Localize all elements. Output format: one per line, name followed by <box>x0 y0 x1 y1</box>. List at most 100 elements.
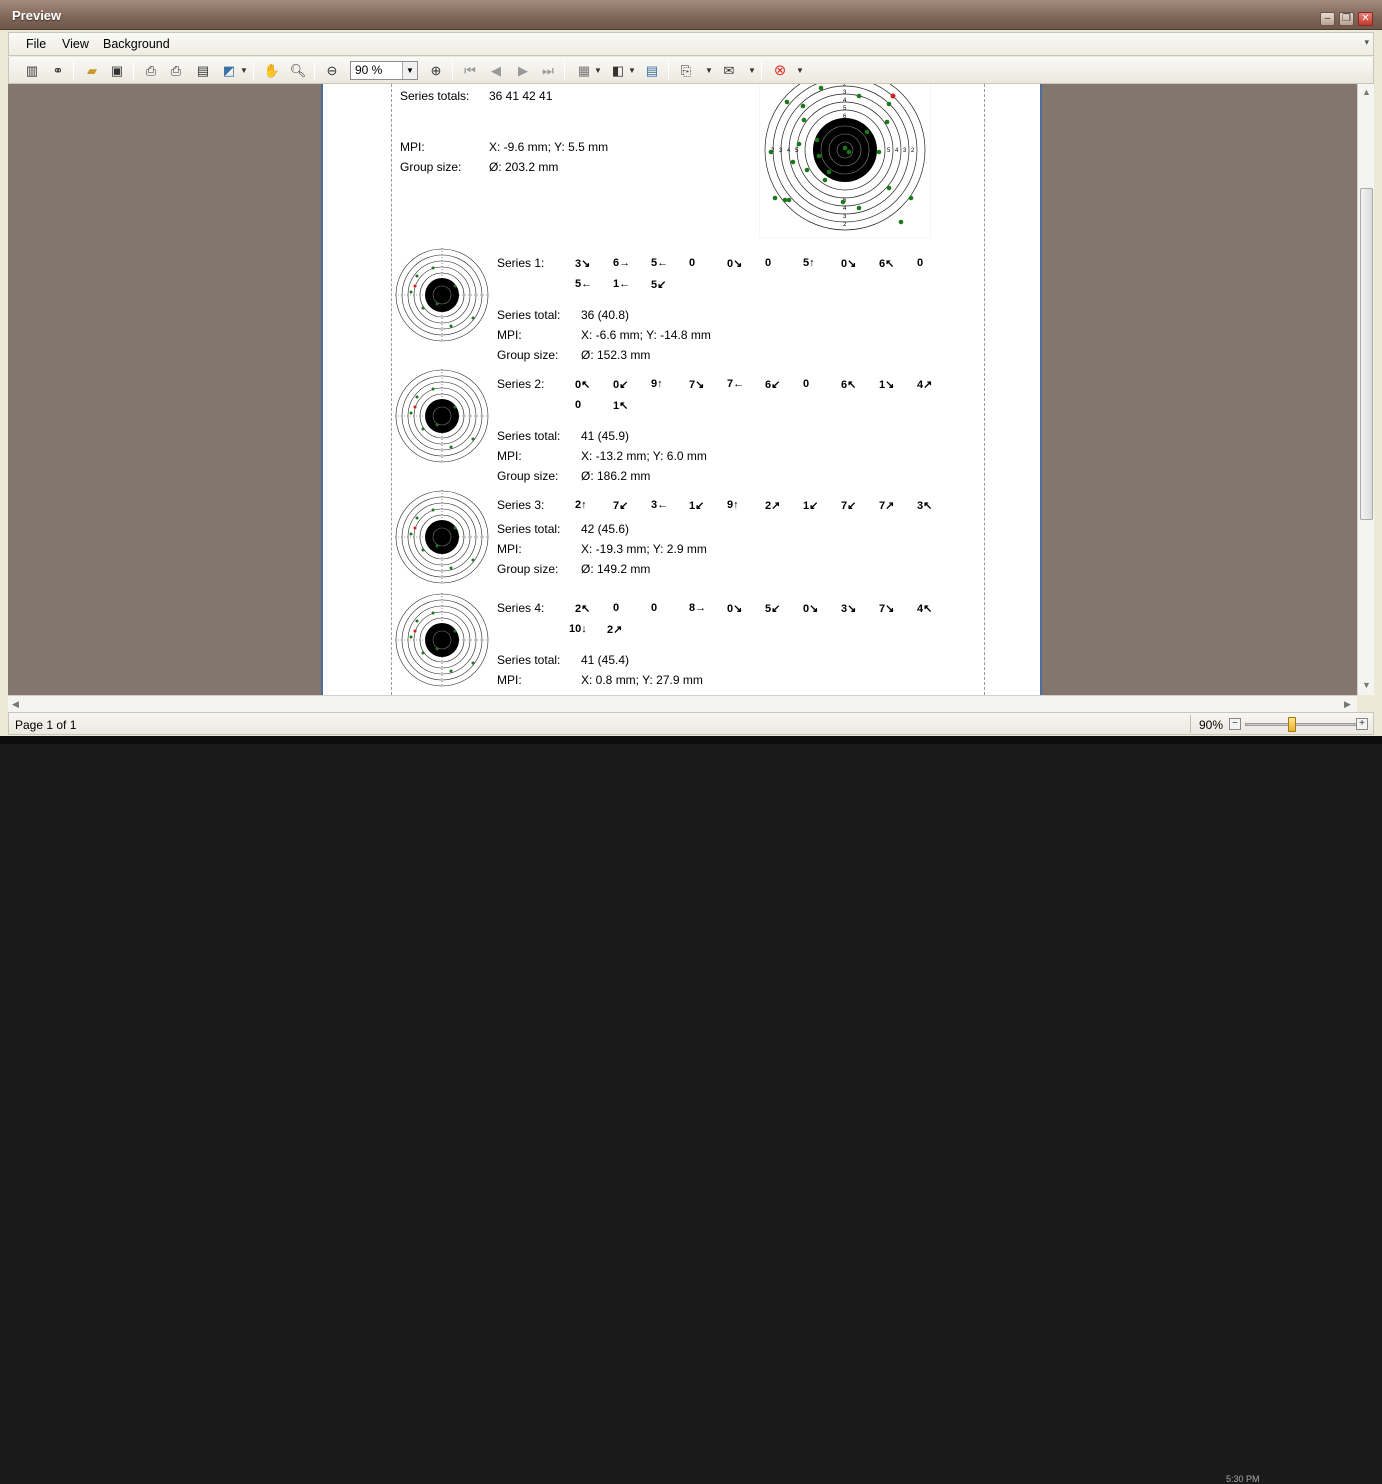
export-icon[interactable]: ⎘ <box>675 60 697 81</box>
group-size-label: Group size: <box>497 348 559 362</box>
chevron-down-icon[interactable]: ▼ <box>594 66 602 75</box>
series-label: Series 1: <box>497 256 545 270</box>
shot-value: 5↙ <box>765 603 781 615</box>
mpi-label: MPI: <box>497 673 522 687</box>
scroll-down-icon[interactable]: ▼ <box>1362 680 1371 690</box>
chevron-down-icon[interactable]: ▾ <box>1364 37 1369 48</box>
toolbar-separator <box>452 61 453 80</box>
taskbar-clock: 5:30 PM <box>1226 1474 1260 1484</box>
zoom-in-button[interactable]: + <box>1356 718 1368 730</box>
scroll-thumb[interactable] <box>1360 188 1373 520</box>
zoom-out-button[interactable]: − <box>1229 718 1241 730</box>
chevron-down-icon[interactable]: ▼ <box>240 66 248 75</box>
page-layout-icon[interactable]: ◧ <box>607 60 629 81</box>
zoom-percent: 90% <box>1199 718 1224 732</box>
last-page-icon[interactable]: ⏭ <box>537 60 559 81</box>
shot-value: 3↘ <box>575 258 591 270</box>
shot-value: 3← <box>651 499 669 511</box>
page-setup-icon[interactable]: ▤ <box>192 60 214 81</box>
margin-line <box>984 84 985 695</box>
close-preview-icon[interactable]: ⊗ <box>769 60 791 81</box>
shot-value: 7↙ <box>613 500 629 512</box>
next-page-icon[interactable]: ▶ <box>512 60 534 81</box>
shot-value: 6↖ <box>879 258 895 270</box>
shot-value: 0 <box>765 257 772 269</box>
restore-button[interactable]: ❐ <box>1339 12 1354 26</box>
menu-file[interactable]: File <box>26 37 46 51</box>
scale-icon[interactable]: ◩ <box>218 60 240 81</box>
status-separator <box>1190 715 1191 733</box>
shot-value: 1↘ <box>879 379 895 391</box>
find-binoculars-icon[interactable]: ⚭ <box>47 60 69 81</box>
chevron-down-icon[interactable]: ▼ <box>796 66 804 75</box>
shot-value: 6→ <box>613 257 631 269</box>
chevron-down-icon[interactable]: ▼ <box>705 66 713 75</box>
group-size-value: Ø: 149.2 mm <box>581 562 651 576</box>
shot-value: 1← <box>613 278 631 290</box>
thumbnails-icon[interactable]: ▥ <box>21 60 43 81</box>
close-button[interactable]: ✕ <box>1358 12 1373 26</box>
series-total-label: Series total: <box>497 308 561 322</box>
first-page-icon[interactable]: ⏮ <box>459 60 481 81</box>
mpi-value: X: -13.2 mm; Y: 6.0 mm <box>581 449 707 463</box>
report-page: Series totals: 36 41 42 41 MPI: X: -9.6 … <box>321 84 1042 695</box>
scroll-left-icon[interactable]: ◀ <box>12 699 19 710</box>
open-folder-icon[interactable]: ▰ <box>81 60 103 81</box>
shot-value: 6↙ <box>765 379 781 391</box>
mpi-label: MPI: <box>497 449 522 463</box>
series-target <box>393 488 491 586</box>
chevron-down-icon[interactable]: ▼ <box>748 66 756 75</box>
shot-value: 5↙ <box>651 279 667 291</box>
mpi-value: X: -6.6 mm; Y: -14.8 mm <box>581 328 711 342</box>
shot-value: 2↗ <box>607 624 623 636</box>
hand-tool-icon[interactable]: ✋ <box>261 60 283 81</box>
mpi-value: X: -9.6 mm; Y: 5.5 mm <box>489 140 609 154</box>
menu-background[interactable]: Background <box>103 37 170 51</box>
scroll-right-icon[interactable]: ▶ <box>1344 699 1351 710</box>
zoom-slider-thumb[interactable] <box>1288 717 1296 732</box>
preview-window: Preview – ❐ ✕ File View Background ▾ ▥ ⚭… <box>0 0 1382 1484</box>
overall-target: 2 3 4 5 6 5 4 3 2 2 3 4 5 5 4 3 2 <box>759 84 931 238</box>
zoom-out-icon[interactable]: ⊖ <box>321 60 343 81</box>
series-label: Series 3: <box>497 498 545 512</box>
zoom-in-icon[interactable]: ⊕ <box>425 60 447 81</box>
shot-value: 7↘ <box>879 603 895 615</box>
email-icon[interactable]: ✉ <box>718 60 740 81</box>
minimize-button[interactable]: – <box>1320 12 1335 26</box>
margin-line <box>391 84 392 695</box>
shot-value: 1↙ <box>689 500 705 512</box>
quick-print-icon[interactable]: ⎙ <box>165 60 187 81</box>
menu-view[interactable]: View <box>62 37 89 51</box>
menu-bar: File View Background ▾ <box>8 32 1374 56</box>
multiple-pages-icon[interactable]: ▦ <box>573 60 595 81</box>
group-size-label: Group size: <box>400 160 462 174</box>
preview-viewport[interactable]: Series totals: 36 41 42 41 MPI: X: -9.6 … <box>8 84 1357 695</box>
zoom-combobox[interactable]: 90 % ▼ <box>350 61 418 80</box>
chevron-down-icon[interactable]: ▼ <box>402 62 417 79</box>
save-icon[interactable]: ▣ <box>106 60 128 81</box>
shot-value: 0↘ <box>727 603 743 615</box>
vertical-scrollbar[interactable]: ▲ ▼ <box>1357 84 1374 695</box>
series-target <box>393 367 491 465</box>
shot-value: 2↑ <box>575 499 587 511</box>
shot-value: 6↖ <box>841 379 857 391</box>
print-icon[interactable]: ⎙ <box>140 60 162 81</box>
shot-value: 7↙ <box>841 500 857 512</box>
scroll-up-icon[interactable]: ▲ <box>1362 87 1371 97</box>
totals-value: 36 41 42 41 <box>489 89 553 103</box>
zoom-tool-icon[interactable]: 🔍︎ <box>287 60 309 81</box>
toolbar: ▥ ⚭ ▰ ▣ ⎙ ⎙ ▤ ◩ ▼ ✋ 🔍︎ ⊖ 90 % ▼ ⊕ ⏮ ◀ ▶ … <box>8 57 1374 84</box>
chevron-down-icon[interactable]: ▼ <box>628 66 636 75</box>
shot-value: 0 <box>689 257 696 269</box>
horizontal-scrollbar[interactable]: ◀ ▶ <box>8 695 1357 712</box>
series-total-label: Series total: <box>497 429 561 443</box>
toolbar-separator <box>253 61 254 80</box>
shot-value: 3↘ <box>841 603 857 615</box>
document-icon[interactable]: ▤ <box>641 60 663 81</box>
shot-value: 7↘ <box>689 379 705 391</box>
page-status: Page 1 of 1 <box>15 718 77 732</box>
prev-page-icon[interactable]: ◀ <box>485 60 507 81</box>
zoom-slider-track[interactable] <box>1245 723 1357 726</box>
taskbar: 5:30 PM <box>0 736 1382 1484</box>
shot-value: 10↓ <box>569 623 587 635</box>
